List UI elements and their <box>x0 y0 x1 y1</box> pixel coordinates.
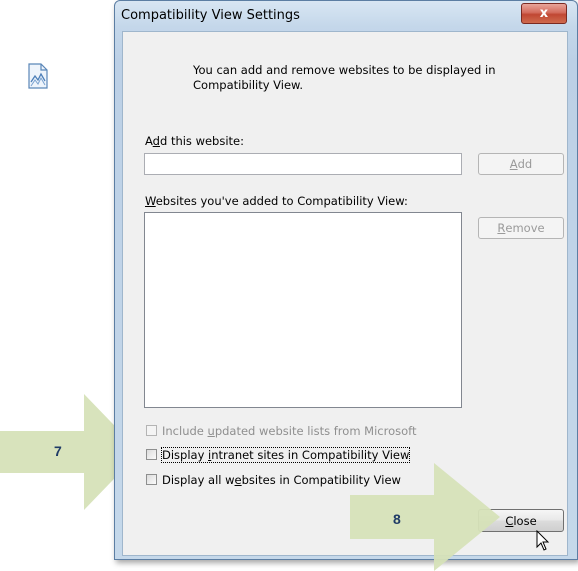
close-icon: x <box>539 6 549 21</box>
checkbox-box[interactable] <box>146 425 157 436</box>
add-website-input[interactable] <box>144 153 462 175</box>
websites-list[interactable] <box>144 212 462 408</box>
display-intranet-checkbox[interactable]: Display intranet sites in Compatibility … <box>146 446 411 463</box>
mouse-pointer-icon <box>536 530 550 551</box>
checkbox-label: Display intranet sites in Compatibility … <box>160 446 411 463</box>
remove-button[interactable]: Remove <box>478 217 564 239</box>
step-7-number: 7 <box>54 443 62 459</box>
step-8-callout: 8 <box>350 463 510 571</box>
add-website-label: Add this website: <box>145 134 245 148</box>
web-page-icon <box>28 63 48 89</box>
info-text: You can add and remove websites to be di… <box>193 63 496 92</box>
checkbox-box[interactable] <box>146 449 157 460</box>
include-updated-lists-checkbox[interactable]: Include updated website lists from Micro… <box>146 423 417 438</box>
websites-list-label: Websites you've added to Compatibility V… <box>145 194 408 208</box>
step-8-number: 8 <box>393 511 401 527</box>
close-window-button[interactable]: x <box>521 3 567 24</box>
checkbox-box[interactable] <box>146 474 157 485</box>
checkbox-label: Include updated website lists from Micro… <box>162 423 417 438</box>
dialog-title: Compatibility View Settings <box>121 8 300 23</box>
add-button[interactable]: Add <box>478 153 564 175</box>
